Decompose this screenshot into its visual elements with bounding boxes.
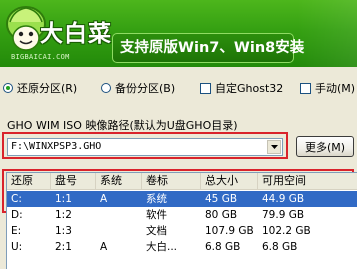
cell-disk: 1:1 [55, 193, 72, 205]
cell-free: 44.9 GB [262, 193, 305, 205]
image-path-combobox[interactable]: F:\WINXPSP3.GHO [7, 138, 283, 156]
cell-drive: E: [11, 225, 22, 237]
backup-partition-option[interactable]: 备份分区(B) [101, 80, 175, 96]
cell-volume: 软件 [146, 209, 167, 221]
brand-name: 大白菜 [40, 21, 112, 47]
cell-disk: 1:2 [55, 209, 72, 221]
partition-table: 还原 盘号 系统 卷标 总大小 可用空间 C: 1:1 A 系统 45 GB 4… [6, 172, 357, 269]
slogan-text: 支持原版Win7、Win8安装 [120, 40, 305, 56]
cell-system: A [100, 241, 108, 253]
brand-url: BIGBAICAI.COM [11, 53, 70, 61]
custom-ghost32-label: 自定Ghost32 [215, 82, 284, 95]
cell-free: 6.8 GB [262, 241, 298, 253]
cell-total: 6.8 GB [205, 241, 241, 253]
table-row[interactable]: U: 2:1 A 大白... 6.8 GB 6.8 GB [7, 239, 357, 255]
banner-decoration [297, 0, 357, 67]
radio-selected-icon[interactable] [3, 83, 13, 93]
table-row[interactable]: D: 1:2 软件 80 GB 79.9 GB [7, 207, 357, 223]
table-header: 还原 盘号 系统 卷标 总大小 可用空间 [7, 173, 357, 190]
cell-disk: 2:1 [55, 241, 72, 253]
column-header-volume[interactable]: 卷标 [142, 173, 201, 189]
custom-ghost32-option[interactable]: 自定Ghost32 [200, 80, 283, 96]
restore-partition-label: 还原分区(R) [17, 82, 78, 95]
cell-free: 102.2 GB [262, 225, 311, 237]
cell-total: 80 GB [205, 209, 238, 221]
table-row-selected[interactable]: C: 1:1 A 系统 45 GB 44.9 GB [7, 191, 357, 207]
chevron-down-icon[interactable] [267, 140, 281, 154]
app-banner: 大白菜 BIGBAICAI.COM 支持原版Win7、Win8安装 [0, 0, 357, 67]
cell-volume: 系统 [146, 193, 167, 205]
cell-system: A [100, 193, 108, 205]
manual-label: 手动(M) [315, 82, 356, 95]
restore-partition-option[interactable]: 还原分区(R) [3, 80, 77, 96]
backup-partition-label: 备份分区(B) [115, 82, 176, 95]
image-path-label: GHO WIM ISO 映像路径(默认为U盘GHO目录) [7, 119, 238, 132]
cell-drive: C: [11, 193, 22, 205]
image-path-value: F:\WINXPSP3.GHO [11, 141, 102, 152]
table-row[interactable]: E: 1:3 文档 107.9 GB 102.2 GB [7, 223, 357, 239]
manual-option[interactable]: 手动(M) [300, 80, 355, 96]
column-header-system[interactable]: 系统 [96, 173, 142, 189]
column-header-free-space[interactable]: 可用空间 [258, 173, 357, 189]
cell-total: 107.9 GB [205, 225, 254, 237]
cell-total: 45 GB [205, 193, 238, 205]
cell-free: 79.9 GB [262, 209, 305, 221]
radio-icon[interactable] [101, 83, 111, 93]
checkbox-icon[interactable] [300, 82, 311, 94]
checkbox-icon[interactable] [200, 82, 211, 94]
cell-volume: 文档 [146, 225, 167, 237]
more-button[interactable]: 更多(M) [296, 136, 354, 157]
cell-drive: D: [11, 209, 23, 221]
column-header-disk[interactable]: 盘号 [51, 173, 96, 189]
cell-system [96, 223, 100, 239]
mode-options: 还原分区(R) 备份分区(B) 自定Ghost32 手动(M) [0, 80, 357, 96]
cell-system [96, 207, 100, 223]
column-header-total-size[interactable]: 总大小 [201, 173, 258, 189]
cell-drive: U: [11, 241, 23, 253]
cell-disk: 1:3 [55, 225, 72, 237]
cell-volume: 大白... [146, 241, 178, 253]
column-header-restore[interactable]: 还原 [7, 173, 51, 189]
